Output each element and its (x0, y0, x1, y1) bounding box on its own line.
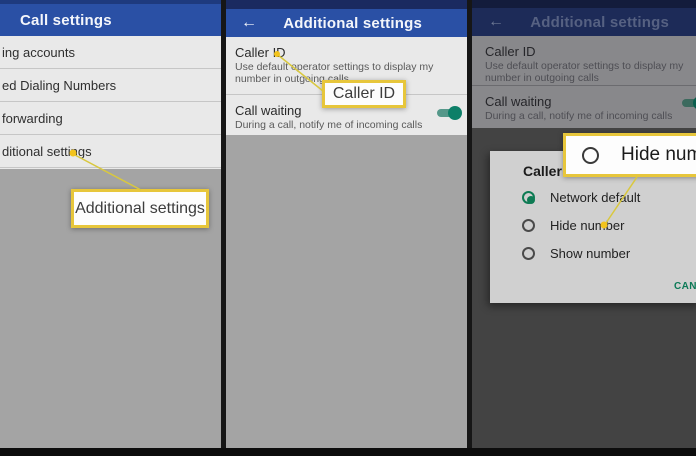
page-title: Additional settings (283, 15, 422, 32)
radio-label: Show number (550, 246, 630, 261)
list-item-label: ing accounts (2, 45, 75, 60)
row-caller-id: Caller ID Use default operator settings … (472, 36, 696, 86)
bottom-bar (0, 448, 696, 456)
row-call-waiting: Call waiting During a call, notify me of… (472, 86, 696, 128)
radio-icon (522, 247, 535, 260)
empty-area (226, 135, 467, 456)
settings-list-dimmed: Caller ID Use default operator settings … (472, 36, 696, 128)
app-bar: ← Additional settings (226, 9, 467, 37)
app-bar: Call settings (0, 4, 221, 36)
panel-divider (467, 0, 472, 456)
radio-show-number[interactable]: Show number (522, 246, 630, 261)
callout-label: Hide number (621, 144, 696, 166)
list-item-label: forwarding (2, 111, 63, 126)
row-description: Use default operator settings to display… (485, 61, 687, 84)
row-description: During a call, notify me of incoming cal… (235, 120, 435, 132)
status-bar (472, 0, 696, 8)
panel-divider (221, 0, 226, 456)
call-waiting-toggle[interactable] (437, 109, 459, 117)
app-bar: ← Additional settings (472, 8, 696, 36)
row-title: Caller ID (235, 45, 458, 60)
radio-icon (582, 147, 599, 164)
row-title: Caller ID (485, 44, 687, 59)
callout-hide-number: Hide number (563, 133, 696, 177)
back-arrow-icon[interactable]: ← (241, 14, 257, 32)
screen-additional-settings: ← Additional settings Caller ID Use defa… (226, 0, 467, 456)
radio-icon (522, 191, 535, 204)
list-item-calling-accounts[interactable]: ing accounts (0, 36, 221, 69)
page-title: Call settings (20, 12, 112, 29)
status-bar (226, 0, 467, 9)
settings-list: ing accounts ed Dialing Numbers forwardi… (0, 36, 221, 169)
list-item-label: ed Dialing Numbers (2, 78, 116, 93)
cancel-button[interactable]: CANCEL (674, 281, 696, 292)
row-description: During a call, notify me of incoming cal… (485, 111, 680, 123)
list-item-call-forwarding[interactable]: forwarding (0, 102, 221, 135)
list-item-label: ditional settings (2, 144, 92, 159)
page-title: Additional settings (530, 14, 669, 31)
toggle-knob (448, 106, 462, 120)
radio-network-default[interactable]: Network default (522, 190, 640, 205)
call-waiting-toggle (682, 99, 696, 107)
list-item-additional-settings[interactable]: ditional settings (0, 135, 221, 168)
screen-caller-id-dialog: ← Additional settings Caller ID Use defa… (472, 0, 696, 456)
list-item-fixed-dialing-numbers[interactable]: ed Dialing Numbers (0, 69, 221, 102)
callout-caller-id: Caller ID (322, 80, 406, 108)
radio-label: Hide number (550, 218, 624, 233)
callout-label: Additional settings (75, 200, 205, 218)
callout-label: Caller ID (333, 85, 395, 103)
screen-call-settings: Call settings ing accounts ed Dialing Nu… (0, 0, 221, 456)
radio-label: Network default (550, 190, 640, 205)
tutorial-collage: Call settings ing accounts ed Dialing Nu… (0, 0, 696, 456)
radio-icon (522, 219, 535, 232)
back-arrow-icon[interactable]: ← (488, 13, 504, 31)
radio-hide-number[interactable]: Hide number (522, 218, 624, 233)
row-title: Call waiting (485, 94, 687, 109)
callout-additional-settings: Additional settings (71, 189, 209, 228)
